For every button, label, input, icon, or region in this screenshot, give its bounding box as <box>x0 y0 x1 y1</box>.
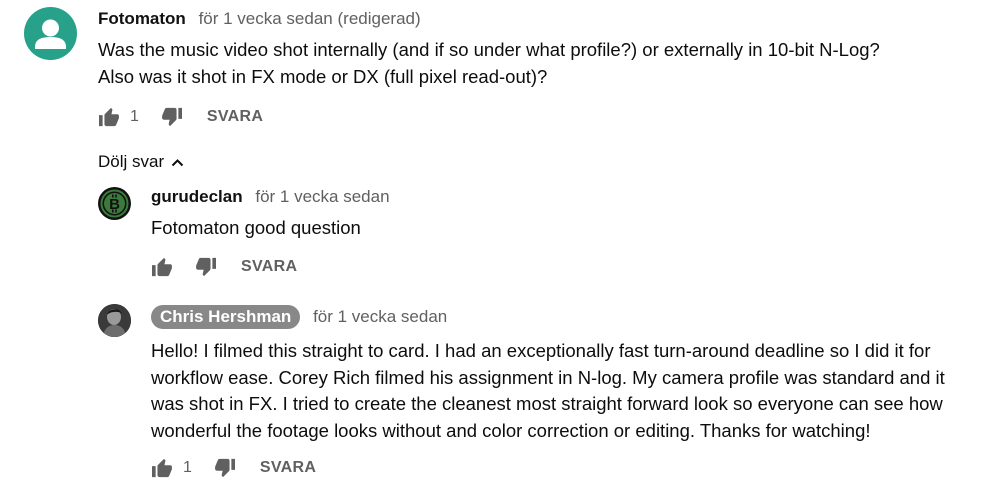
comment-line: was shot in FX. I tried to create the cl… <box>151 393 943 414</box>
comment-text: Hello! I filmed this straight to card. I… <box>151 338 945 444</box>
comment-text: Was the music video shot internally (and… <box>98 37 880 90</box>
svg-text:B: B <box>109 196 120 213</box>
thumbs-up-icon[interactable] <box>151 257 173 277</box>
bitcoin-avatar-icon[interactable]: B <box>98 187 131 220</box>
comment-header: Chris Hershman för 1 vecka sedan <box>151 305 447 329</box>
comment-header: Fotomaton för 1 vecka sedan (redigerad) <box>98 9 421 29</box>
comment-line: workflow ease. Corey Rich filmed his ass… <box>151 366 945 388</box>
thumbs-up-icon[interactable] <box>98 107 120 127</box>
avatar-photo-icon[interactable] <box>98 304 131 337</box>
comment-time[interactable]: för 1 vecka sedan <box>255 187 389 206</box>
hide-replies-toggle[interactable]: Dölj svar <box>98 151 184 173</box>
reply-2: Chris Hershman för 1 vecka sedan Hello! … <box>0 300 1000 501</box>
edited-label: (redigerad) <box>337 9 421 28</box>
avatar-default-icon[interactable] <box>24 7 77 60</box>
comment-actions: 1 SVARA <box>98 105 263 129</box>
thumbs-down-icon[interactable] <box>195 257 217 277</box>
thumbs-down-icon[interactable] <box>214 458 236 478</box>
author-name[interactable]: Fotomaton <box>98 9 186 28</box>
like-count: 1 <box>183 459 192 476</box>
comment-text: Fotomaton good question <box>151 215 361 242</box>
channel-owner-badge[interactable]: Chris Hershman <box>151 305 301 329</box>
comment-line: Hello! I filmed this straight to card. I… <box>151 340 931 361</box>
comment-main: Fotomaton för 1 vecka sedan (redigerad) … <box>0 0 1000 140</box>
author-name: Chris Hershman <box>160 307 292 326</box>
comment-actions: 1 SVARA <box>151 456 316 480</box>
comment-time[interactable]: för 1 vecka sedan <box>313 307 447 326</box>
like-count: 1 <box>130 108 139 125</box>
reply-1: B gurudeclan för 1 vecka sedan Fotomaton… <box>0 180 1000 290</box>
reply-button[interactable]: SVARA <box>260 459 316 477</box>
author-name[interactable]: gurudeclan <box>151 187 243 206</box>
comment-line: Also was it shot in FX mode or DX (full … <box>98 65 548 87</box>
thumbs-up-icon[interactable] <box>151 458 173 478</box>
comment-line: Was the music video shot internally (and… <box>98 39 880 60</box>
chevron-up-icon <box>171 158 184 167</box>
comment-actions: SVARA <box>151 255 297 279</box>
thumbs-down-icon[interactable] <box>161 107 183 127</box>
hide-replies-label: Dölj svar <box>98 152 165 171</box>
comment-line: wonderful the footage looks without and … <box>151 419 871 441</box>
reply-button[interactable]: SVARA <box>241 258 297 276</box>
comment-time[interactable]: för 1 vecka sedan <box>199 9 333 28</box>
comment-header: gurudeclan för 1 vecka sedan <box>151 187 390 207</box>
reply-button[interactable]: SVARA <box>207 108 263 126</box>
comment-line: Fotomaton good question <box>151 217 361 238</box>
